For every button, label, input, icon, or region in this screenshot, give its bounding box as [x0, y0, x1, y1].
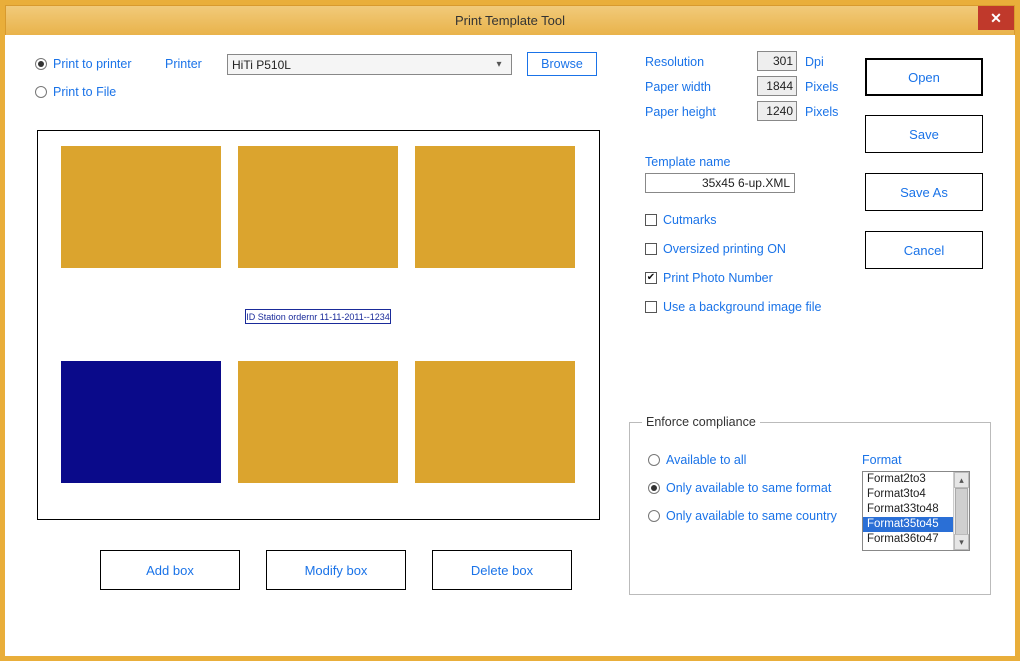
layout-box-6[interactable]	[415, 361, 575, 483]
use-bg-image-checkbox[interactable]: Use a background image file	[645, 300, 821, 314]
checkbox-icon	[645, 272, 657, 284]
enforce-same-format-radio[interactable]: Only available to same format	[648, 481, 831, 495]
paper-height-unit: Pixels	[805, 105, 838, 119]
delete-box-button[interactable]: Delete box	[432, 550, 572, 590]
radio-dot-icon	[35, 86, 47, 98]
save-as-label: Save As	[900, 185, 948, 200]
cancel-button[interactable]: Cancel	[865, 231, 983, 269]
template-name-label: Template name	[645, 155, 730, 169]
modify-box-button[interactable]: Modify box	[266, 550, 406, 590]
chevron-down-icon: ▾	[491, 55, 507, 74]
layout-box-4-selected[interactable]	[61, 361, 221, 483]
paper-height-label: Paper height	[645, 105, 716, 119]
checkbox-icon	[645, 243, 657, 255]
template-name-input[interactable]	[645, 173, 795, 193]
print-to-printer-label: Print to printer	[53, 57, 132, 71]
open-label: Open	[908, 70, 940, 85]
layout-box-2[interactable]	[238, 146, 398, 268]
open-button[interactable]: Open	[865, 58, 983, 96]
enforce-compliance-group: Enforce compliance Available to all Only…	[629, 415, 991, 595]
print-to-printer-radio[interactable]: Print to printer	[35, 57, 132, 71]
enforce-same-country-label: Only available to same country	[666, 509, 837, 523]
delete-box-label: Delete box	[471, 563, 533, 578]
layout-box-1[interactable]	[61, 146, 221, 268]
printer-value: HiTi P510L	[232, 58, 291, 72]
window-title: Print Template Tool	[455, 13, 565, 28]
radio-dot-icon	[35, 58, 47, 70]
enforce-legend: Enforce compliance	[642, 415, 760, 429]
checkbox-icon	[645, 301, 657, 313]
app-window: Print Template Tool ✕ Print to printer P…	[0, 0, 1020, 661]
close-icon: ✕	[990, 10, 1002, 27]
print-photo-number-label: Print Photo Number	[663, 271, 773, 285]
client-area: Print to printer Print to File Printer H…	[5, 35, 1015, 656]
oversized-label: Oversized printing ON	[663, 242, 786, 256]
cancel-label: Cancel	[904, 243, 944, 258]
template-preview: ID Station ordernr 11-11-2011--1234	[37, 130, 600, 520]
enforce-same-country-radio[interactable]: Only available to same country	[648, 509, 837, 523]
add-box-label: Add box	[146, 563, 194, 578]
browse-button[interactable]: Browse	[527, 52, 597, 76]
listbox-scrollbar[interactable]: ▴ ▾	[953, 472, 969, 550]
enforce-all-radio[interactable]: Available to all	[648, 453, 746, 467]
save-as-button[interactable]: Save As	[865, 173, 983, 211]
radio-dot-icon	[648, 454, 660, 466]
print-to-file-radio[interactable]: Print to File	[35, 85, 116, 99]
resolution-unit: Dpi	[805, 55, 824, 69]
save-button[interactable]: Save	[865, 115, 983, 153]
close-button[interactable]: ✕	[978, 6, 1014, 30]
use-bg-image-label: Use a background image file	[663, 300, 821, 314]
format-listbox[interactable]: Format2to3 Format3to4 Format33to48 Forma…	[862, 471, 970, 551]
add-box-button[interactable]: Add box	[100, 550, 240, 590]
cutmarks-label: Cutmarks	[663, 213, 716, 227]
oversized-checkbox[interactable]: Oversized printing ON	[645, 242, 786, 256]
id-station-label: ID Station ordernr 11-11-2011--1234	[245, 309, 391, 324]
save-label: Save	[909, 127, 939, 142]
id-station-text: ID Station ordernr 11-11-2011--1234	[246, 312, 390, 322]
checkbox-icon	[645, 214, 657, 226]
browse-label: Browse	[541, 57, 583, 71]
resolution-label: Resolution	[645, 55, 704, 69]
scroll-up-icon[interactable]: ▴	[954, 472, 969, 488]
paper-width-input[interactable]	[757, 76, 797, 96]
radio-dot-icon	[648, 510, 660, 522]
enforce-same-format-label: Only available to same format	[666, 481, 831, 495]
printer-label: Printer	[165, 57, 202, 71]
titlebar: Print Template Tool ✕	[5, 5, 1015, 35]
cutmarks-checkbox[interactable]: Cutmarks	[645, 213, 716, 227]
layout-box-3[interactable]	[415, 146, 575, 268]
paper-width-label: Paper width	[645, 80, 711, 94]
modify-box-label: Modify box	[305, 563, 368, 578]
scroll-down-icon[interactable]: ▾	[954, 534, 969, 550]
layout-box-5[interactable]	[238, 361, 398, 483]
radio-dot-icon	[648, 482, 660, 494]
printer-combo[interactable]: HiTi P510L ▾	[227, 54, 512, 75]
paper-width-unit: Pixels	[805, 80, 838, 94]
print-to-file-label: Print to File	[53, 85, 116, 99]
scroll-thumb[interactable]	[955, 488, 968, 536]
enforce-all-label: Available to all	[666, 453, 746, 467]
print-photo-number-checkbox[interactable]: Print Photo Number	[645, 271, 773, 285]
paper-height-input[interactable]	[757, 101, 797, 121]
format-label: Format	[862, 453, 902, 467]
resolution-input[interactable]	[757, 51, 797, 71]
